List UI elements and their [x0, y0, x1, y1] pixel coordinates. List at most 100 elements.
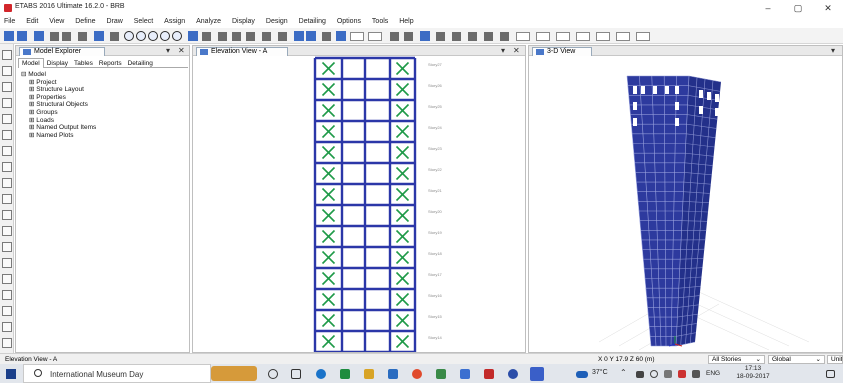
- line-dropdown[interactable]: [576, 32, 590, 41]
- link-icon[interactable]: [468, 32, 477, 41]
- 3d-pin-icon[interactable]: ▾: [831, 46, 835, 56]
- acrobat-icon[interactable]: [484, 369, 494, 379]
- save-icon[interactable]: [34, 31, 44, 41]
- tree-root[interactable]: ⊟ Model: [21, 71, 46, 79]
- draw-brace-icon[interactable]: [2, 130, 12, 140]
- menu-select[interactable]: Select: [134, 16, 153, 25]
- draw-rect-slab-icon[interactable]: [2, 178, 12, 188]
- menu-options[interactable]: Options: [337, 16, 361, 25]
- zoom-previous-icon[interactable]: [172, 31, 182, 41]
- draw-grid-icon[interactable]: [2, 290, 12, 300]
- menu-view[interactable]: View: [49, 16, 64, 25]
- chevron-up-icon[interactable]: ⌃: [620, 368, 627, 377]
- draw-dimension-icon[interactable]: [2, 306, 12, 316]
- zoom-out-icon[interactable]: [148, 31, 158, 41]
- undo-icon[interactable]: [50, 32, 59, 41]
- lock-icon[interactable]: [94, 31, 104, 41]
- rotate-icon[interactable]: [202, 32, 211, 41]
- tree-item-named-plots[interactable]: ⊞ Named Plots: [29, 132, 73, 140]
- wall-icon[interactable]: [420, 31, 430, 41]
- edge-icon[interactable]: [316, 369, 326, 379]
- draw-section-cut-icon[interactable]: [2, 322, 12, 332]
- task-view-icon[interactable]: [291, 369, 301, 379]
- etabs-taskbar-icon[interactable]: [530, 367, 544, 381]
- elevation-close-icon[interactable]: ✕: [513, 46, 520, 56]
- plan-view-icon[interactable]: [232, 32, 241, 41]
- cortana-icon[interactable]: [268, 369, 278, 379]
- tree-item-groups[interactable]: ⊞ Groups: [29, 109, 58, 117]
- move-up-icon[interactable]: [294, 31, 304, 41]
- app-icon[interactable]: [436, 369, 446, 379]
- 3d-view-tab[interactable]: 3-D View: [532, 47, 592, 56]
- tree-item-properties[interactable]: ⊞ Properties: [29, 94, 66, 102]
- pencil-icon[interactable]: [78, 32, 87, 41]
- explorer-close-icon[interactable]: ✕: [178, 46, 185, 56]
- perspective-icon[interactable]: [278, 32, 287, 41]
- rubber-band-icon[interactable]: [262, 32, 271, 41]
- maximize-button[interactable]: ▢: [783, 0, 813, 16]
- tree-item-loads[interactable]: ⊞ Loads: [29, 117, 54, 125]
- tree-item-project[interactable]: ⊞ Project: [29, 79, 57, 87]
- draw-dropdown[interactable]: [616, 32, 630, 41]
- zoom-window-icon[interactable]: [124, 31, 134, 41]
- search-highlight-image[interactable]: [211, 366, 257, 381]
- menu-file[interactable]: File: [4, 16, 15, 25]
- clock[interactable]: 17:13 18-09-2017: [736, 365, 770, 381]
- chrome-icon[interactable]: [412, 369, 422, 379]
- excel-icon[interactable]: [340, 369, 350, 379]
- mail-icon[interactable]: [388, 369, 398, 379]
- menu-edit[interactable]: Edit: [26, 16, 38, 25]
- elevation-view-icon[interactable]: [246, 32, 255, 41]
- floor-icon[interactable]: [436, 32, 445, 41]
- minimize-button[interactable]: –: [753, 0, 783, 16]
- windows-start-icon[interactable]: [6, 369, 16, 379]
- taskbar-search-box[interactable]: International Museum Day: [23, 364, 211, 383]
- store-icon[interactable]: [460, 369, 470, 379]
- ortho-icon[interactable]: [484, 32, 493, 41]
- move-down-icon[interactable]: [306, 31, 316, 41]
- draw-beam-icon[interactable]: [2, 114, 12, 124]
- grid-dropdown[interactable]: [596, 32, 610, 41]
- close-button[interactable]: ✕: [813, 0, 843, 16]
- pointer-icon[interactable]: [2, 50, 12, 60]
- units-button[interactable]: Units...: [827, 355, 843, 364]
- menu-design[interactable]: Design: [266, 16, 288, 25]
- tree-item-named-output-items[interactable]: ⊞ Named Output Items: [29, 124, 96, 132]
- menu-analyze[interactable]: Analyze: [196, 16, 221, 25]
- view-options-dropdown[interactable]: [368, 32, 382, 41]
- menu-tools[interactable]: Tools: [372, 16, 388, 25]
- new-model-icon[interactable]: [4, 31, 14, 41]
- language-indicator[interactable]: ENG: [706, 370, 720, 377]
- coord-system-dropdown[interactable]: Global ⌄: [768, 355, 825, 364]
- settings-icon[interactable]: [508, 369, 518, 379]
- menu-display[interactable]: Display: [232, 16, 255, 25]
- network-icon[interactable]: [650, 370, 658, 378]
- menu-define[interactable]: Define: [75, 16, 95, 25]
- pan-icon[interactable]: [188, 31, 198, 41]
- draw-spandrel-icon[interactable]: [2, 258, 12, 268]
- snap-icon[interactable]: [2, 338, 12, 348]
- reshape-icon[interactable]: [2, 66, 12, 76]
- pen-icon[interactable]: [664, 370, 672, 378]
- tab-reports[interactable]: Reports: [96, 59, 125, 68]
- stories-dropdown[interactable]: All Stories ⌄: [708, 355, 765, 364]
- pin-icon[interactable]: ▾: [166, 46, 170, 56]
- draw-column-icon[interactable]: [2, 98, 12, 108]
- draw-slab-icon[interactable]: [2, 162, 12, 172]
- zoom-all-icon[interactable]: [160, 31, 170, 41]
- volume-icon[interactable]: [692, 370, 700, 378]
- tab-model[interactable]: Model: [18, 58, 44, 68]
- antivirus-icon[interactable]: [678, 370, 686, 378]
- 3d-view-icon[interactable]: [218, 32, 227, 41]
- draw-line-icon[interactable]: [2, 82, 12, 92]
- tab-detailing[interactable]: Detailing: [125, 59, 156, 68]
- draw-cross-brace-icon[interactable]: [2, 146, 12, 156]
- select-dropdown[interactable]: [556, 32, 570, 41]
- file-explorer-icon[interactable]: [364, 369, 374, 379]
- draw-link-icon[interactable]: [2, 274, 12, 284]
- snap-dropdown[interactable]: [516, 32, 530, 41]
- elevation-canvas[interactable]: Story27 Story26 Story25 Story24 Story23 …: [193, 46, 526, 353]
- draw-wall-icon[interactable]: [2, 210, 12, 220]
- menu-help[interactable]: Help: [399, 16, 413, 25]
- section-dropdown[interactable]: [636, 32, 650, 41]
